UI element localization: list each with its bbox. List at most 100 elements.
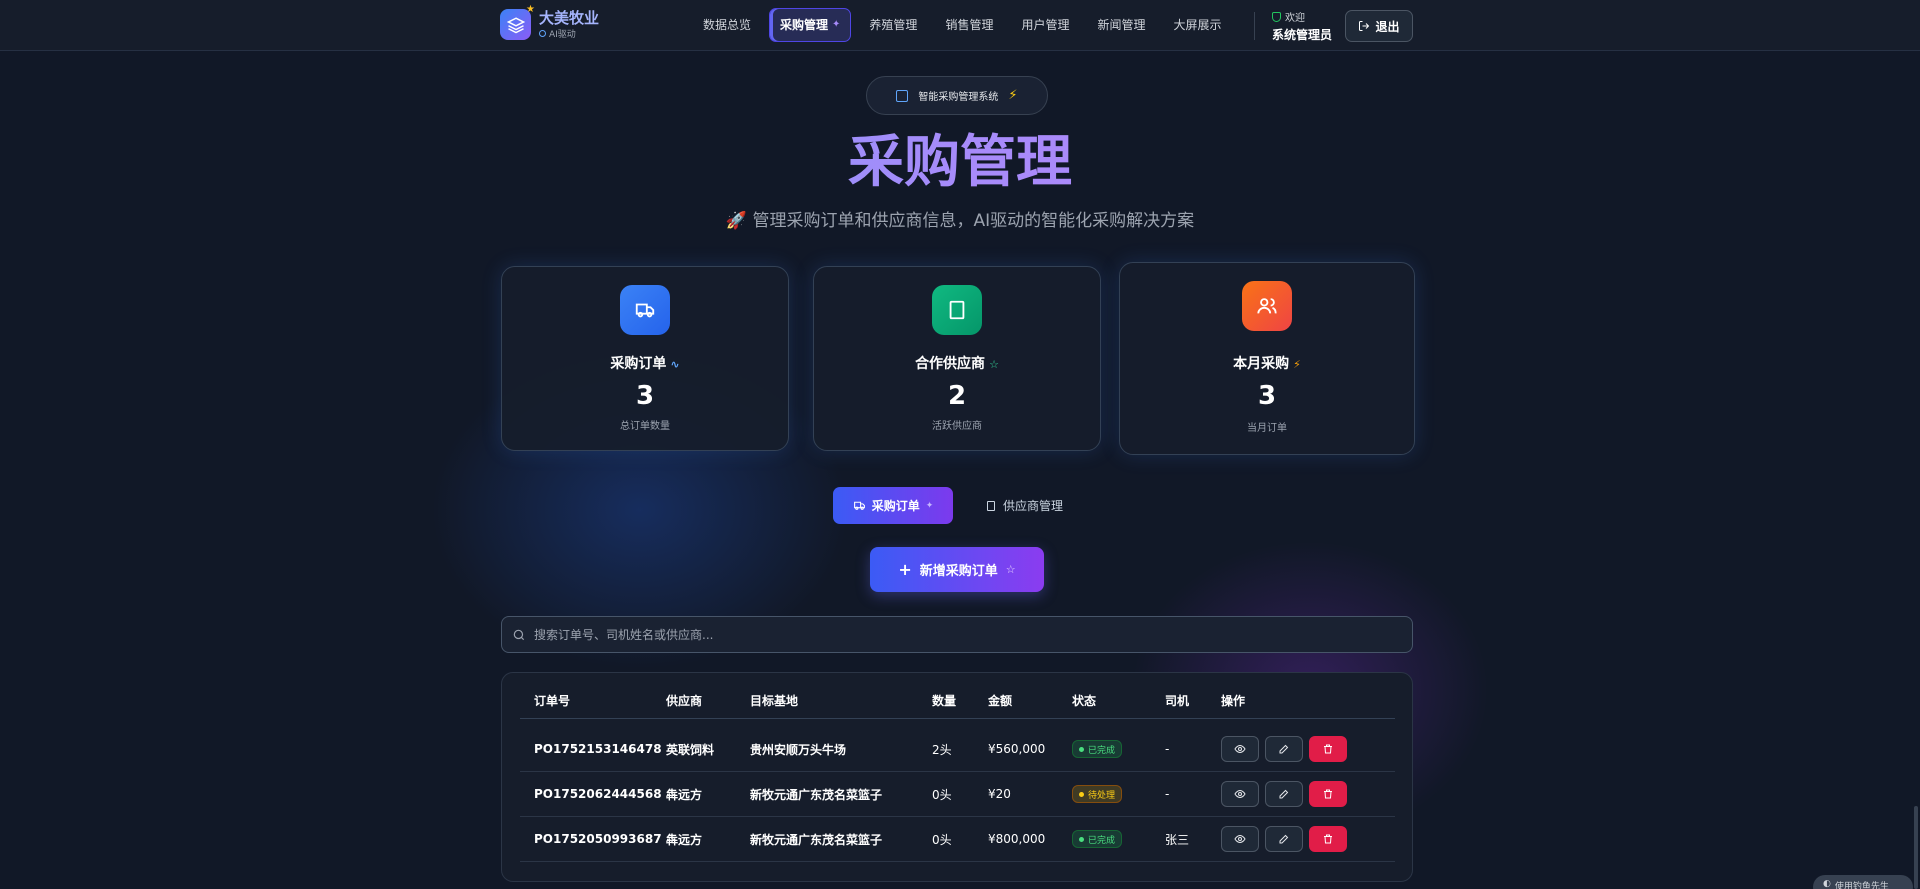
target-base: 新牧元通广东茂名菜篮子: [750, 832, 883, 847]
truck-icon: [620, 285, 670, 335]
welcome-text: 欢迎: [1285, 13, 1305, 24]
logout-icon: [1359, 21, 1370, 31]
quantity: 0头: [932, 787, 952, 802]
stat-desc: 当月订单: [1247, 423, 1287, 434]
eye-icon: [1234, 834, 1246, 844]
edit-button[interactable]: [1265, 781, 1303, 807]
plus-icon: +: [898, 560, 912, 579]
column-header: 目标基地: [750, 694, 799, 708]
driver: -: [1165, 742, 1170, 756]
nav-item-users[interactable]: 用户管理: [1011, 8, 1079, 42]
cpu-icon: [896, 89, 909, 102]
nav-label: 采购管理: [780, 18, 829, 32]
star-icon: ★: [526, 4, 535, 15]
scrollbar[interactable]: [1914, 806, 1918, 889]
delete-button[interactable]: [1309, 826, 1347, 852]
nav-label: 用户管理: [1021, 18, 1070, 32]
table-header: 订单号 供应商 目标基地 数量 金额 状态 司机 操作: [520, 683, 1395, 719]
nav-label: 销售管理: [945, 18, 994, 32]
add-order-button[interactable]: + 新增采购订单 ☆: [870, 547, 1044, 592]
stat-card-suppliers: 合作供应商 ☆ 2 活跃供应商: [813, 266, 1101, 451]
nav-item-news[interactable]: 新闻管理: [1087, 8, 1155, 42]
trash-icon: [1324, 789, 1332, 799]
view-button[interactable]: [1221, 781, 1259, 807]
table-row: PO1752050993687 犇远方 新牧元通广东茂名菜篮子 0头 ¥800,…: [520, 817, 1395, 862]
status-badge: 已完成: [1072, 830, 1123, 848]
brand[interactable]: ★ 大美牧业 AI驱动: [500, 4, 600, 40]
nav-item-procurement[interactable]: 采购管理 ✦: [769, 8, 852, 42]
sparkle-icon: ✦: [832, 19, 841, 30]
column-header: 司机: [1165, 694, 1190, 708]
nav-label: 养殖管理: [869, 18, 918, 32]
view-button[interactable]: [1221, 736, 1259, 762]
trash-icon: [1324, 744, 1332, 754]
table-row: PO1752153146478 英联饲料 贵州安顺万头牛场 2头 ¥560,00…: [520, 727, 1395, 772]
delete-button[interactable]: [1309, 781, 1347, 807]
column-header: 供应商: [666, 694, 703, 708]
status-badge: 已完成: [1072, 740, 1123, 758]
edit-icon: [1279, 834, 1289, 844]
pill-text: 智能采购管理系统: [918, 92, 999, 103]
building-icon: [932, 285, 982, 335]
lightning-icon: ⚡: [1008, 88, 1018, 103]
orders-table: 订单号 供应商 目标基地 数量 金额 状态 司机 操作 PO1752153146…: [501, 672, 1413, 882]
delete-button[interactable]: [1309, 736, 1347, 762]
column-header: 金额: [988, 694, 1013, 708]
star-outline-icon: ☆: [1005, 563, 1016, 576]
column-header: 状态: [1072, 694, 1097, 708]
quantity: 0头: [932, 832, 952, 847]
eye-icon: [1234, 789, 1246, 799]
cpu-icon: [539, 30, 546, 37]
nav-item-overview[interactable]: 数据总览: [693, 8, 761, 42]
lightning-icon: ⚡: [1293, 358, 1301, 371]
star-outline-icon: ☆: [989, 358, 999, 371]
table-row: PO1752062444568 犇远方 新牧元通广东茂名菜篮子 0头 ¥20 待…: [520, 772, 1395, 817]
stat-value: 2: [947, 381, 967, 411]
fish-icon: ◐: [1823, 879, 1831, 889]
nav-item-breeding[interactable]: 养殖管理: [859, 8, 927, 42]
page-subtitle: 🚀 管理采购订单和供应商信息，AI驱动的智能化采购解决方案: [725, 211, 1195, 231]
system-pill: 智能采购管理系统 ⚡: [866, 76, 1048, 115]
brand-name: 大美牧业: [539, 9, 600, 27]
tab-orders[interactable]: 采购订单 ✦: [833, 487, 953, 524]
stat-card-orders: 采购订单 ∿ 3 总订单数量: [501, 266, 789, 451]
edit-button[interactable]: [1265, 826, 1303, 852]
stat-desc: 总订单数量: [620, 421, 670, 432]
amount: ¥800,000: [988, 832, 1046, 846]
view-button[interactable]: [1221, 826, 1259, 852]
nav-item-sales[interactable]: 销售管理: [935, 8, 1003, 42]
tab-label: 采购订单: [871, 499, 920, 513]
top-navbar: ★ 大美牧业 AI驱动 数据总览 采购管理 ✦ 养殖管理 销售管理 用户管理 新闻…: [0, 0, 1920, 51]
column-header: 数量: [932, 694, 957, 708]
shield-icon: [1272, 11, 1281, 22]
user-name: 系统管理员: [1272, 28, 1333, 42]
order-number: PO1752050993687: [534, 832, 662, 846]
search-input[interactable]: [534, 627, 1394, 642]
driver: 张三: [1165, 832, 1190, 847]
tab-label: 供应商管理: [1002, 499, 1063, 513]
eye-icon: [1234, 744, 1246, 754]
users-icon: [1242, 281, 1292, 331]
brand-sub: AI驱动: [549, 30, 576, 40]
stat-title: 合作供应商: [915, 356, 986, 372]
nav-item-bigscreen[interactable]: 大屏展示: [1163, 8, 1231, 42]
user-info: 欢迎 系统管理员: [1272, 9, 1332, 43]
order-number: PO1752062444568: [534, 787, 662, 801]
add-order-label: 新增采购订单: [919, 564, 998, 579]
order-number: PO1752153146478: [534, 742, 662, 756]
stat-title: 采购订单: [610, 356, 667, 372]
building-icon: [986, 500, 995, 511]
status-badge: 待处理: [1072, 785, 1123, 803]
column-header: 订单号: [534, 694, 571, 708]
main-menu: 数据总览 采购管理 ✦ 养殖管理 销售管理 用户管理 新闻管理 大屏展示: [693, 8, 1240, 42]
tab-suppliers[interactable]: 供应商管理: [974, 487, 1074, 524]
activity-icon: ∿: [670, 358, 680, 371]
search-bar: [501, 616, 1413, 653]
edit-icon: [1279, 789, 1289, 799]
logout-label: 退出: [1375, 19, 1400, 34]
edit-button[interactable]: [1265, 736, 1303, 762]
truck-icon: [853, 501, 865, 510]
logout-button[interactable]: 退出: [1345, 10, 1413, 42]
supplier: 犇远方: [666, 832, 703, 847]
corner-badge[interactable]: ◐ 使用钓鱼先生: [1813, 875, 1913, 889]
